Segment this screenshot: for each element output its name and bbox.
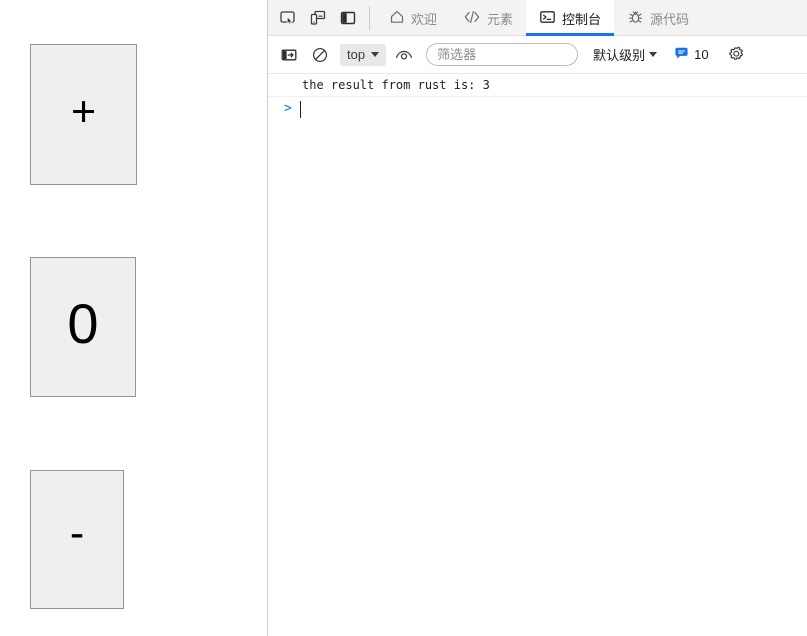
tab-elements-label: 元素	[487, 11, 514, 27]
chevron-down-icon	[371, 52, 380, 57]
console-sidebar-icon[interactable]	[276, 42, 302, 68]
console-toolbar: top 默认级别	[268, 36, 807, 74]
log-level-value: 默认级别	[593, 48, 646, 63]
tab-sources-label: 源代码	[650, 11, 690, 27]
context-value: top	[347, 47, 366, 62]
clear-console-icon[interactable]	[307, 42, 333, 68]
page-viewport: + 0 -	[0, 0, 267, 636]
console-output[interactable]: the result from rust is: 3 >	[268, 74, 807, 636]
home-icon	[389, 9, 405, 28]
issues-count: 10	[694, 47, 709, 62]
devtools-tabstrip: 欢迎 元素 控制台 源代码	[268, 0, 807, 36]
increment-button[interactable]: +	[30, 44, 137, 185]
text-cursor	[299, 101, 301, 119]
chevron-down-icon	[649, 52, 658, 57]
plus-icon: +	[70, 88, 97, 136]
code-brackets-icon	[463, 9, 481, 28]
issues-counter[interactable]: 10	[674, 46, 709, 64]
console-message: the result from rust is: 3	[268, 74, 807, 98]
console-terminal-icon	[539, 9, 556, 28]
counter-display: 0	[30, 257, 136, 397]
eye-live-expression-icon[interactable]	[391, 42, 417, 68]
decrement-button[interactable]: -	[30, 470, 124, 609]
devtools-panel: 欢迎 元素 控制台 源代码 top 筛选器 默认级别 10 the result…	[267, 0, 807, 636]
tab-sources[interactable]: 源代码	[614, 0, 702, 36]
inspect-element-icon[interactable]	[273, 0, 303, 36]
log-level-select[interactable]: 默认级别	[593, 45, 658, 64]
counter-value: 0	[67, 292, 99, 355]
prompt-arrow-icon: >	[284, 101, 292, 117]
tab-console[interactable]: 控制台	[526, 0, 615, 36]
gear-icon[interactable]	[724, 42, 750, 68]
devtools-window: + 0 - 欢迎 元素 控制台 源代码 top 筛选器 默认级别 10 the …	[0, 0, 807, 636]
device-toolbar-icon[interactable]	[303, 0, 333, 36]
javascript-context-select[interactable]: top	[340, 43, 387, 66]
tab-elements[interactable]: 元素	[450, 0, 526, 36]
tab-welcome-label: 欢迎	[411, 11, 438, 27]
dock-side-icon[interactable]	[333, 0, 363, 36]
minus-icon: -	[69, 509, 85, 557]
bug-icon	[627, 9, 644, 28]
toolbar-divider	[369, 6, 370, 30]
console-filter-input[interactable]	[426, 43, 579, 66]
tab-welcome[interactable]: 欢迎	[376, 0, 450, 36]
issues-bubble-icon	[674, 46, 689, 64]
console-prompt[interactable]: >	[268, 97, 807, 121]
tab-console-label: 控制台	[562, 11, 602, 27]
